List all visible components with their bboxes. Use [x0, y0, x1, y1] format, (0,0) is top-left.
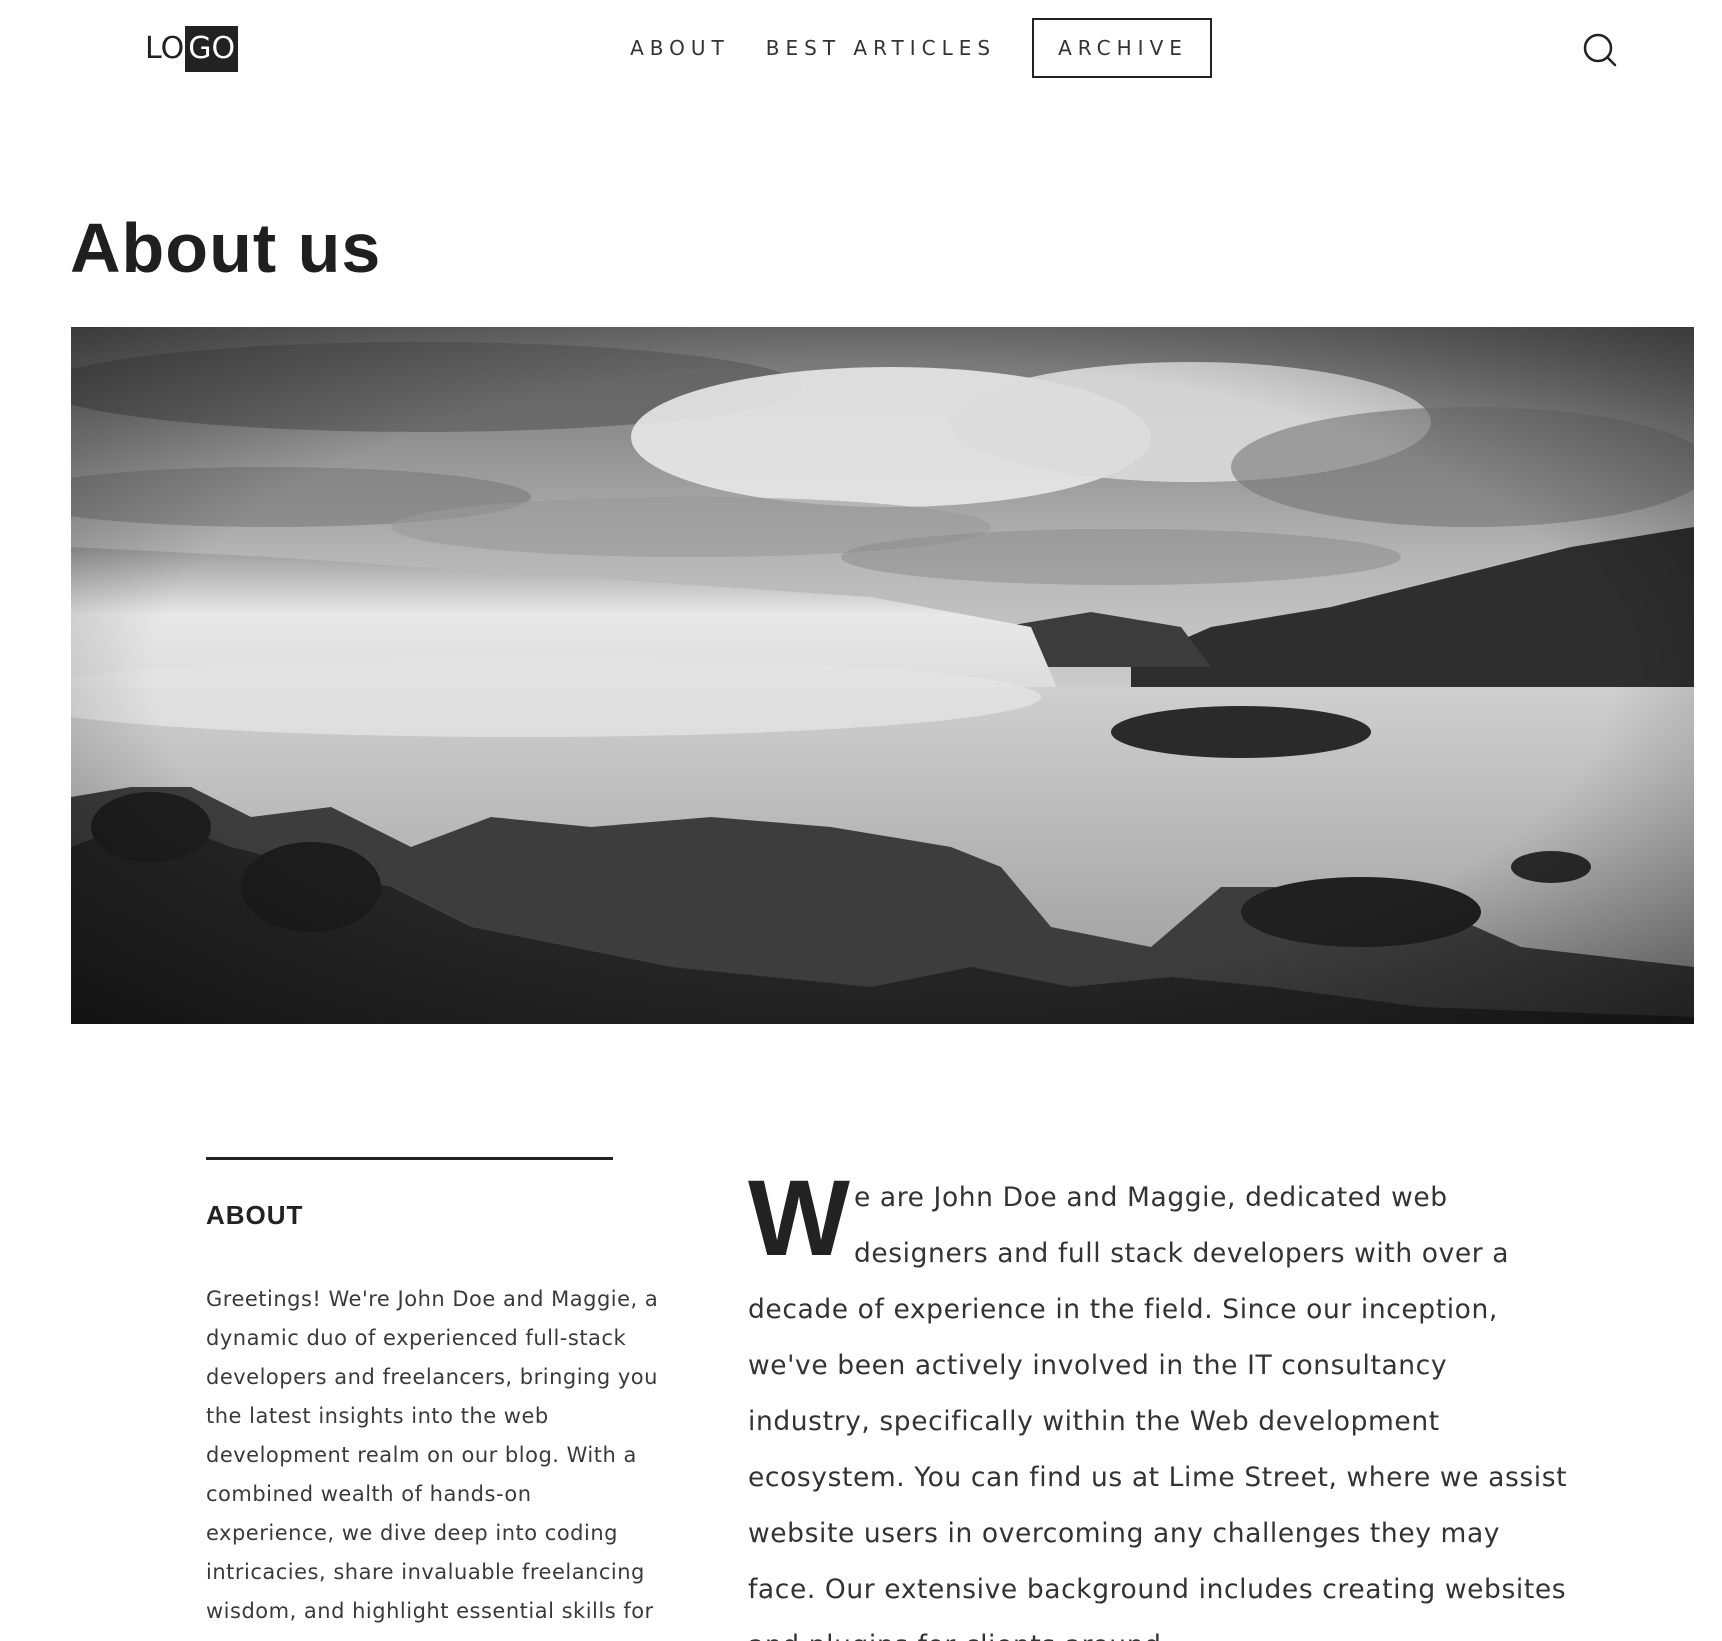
hero-image: [71, 327, 1694, 1024]
search-icon: [1583, 33, 1617, 67]
nav-link-about[interactable]: ABOUT: [630, 36, 730, 60]
main-nav: ABOUT BEST ARTICLES ARCHIVE: [0, 18, 1722, 78]
nav-link-best-articles[interactable]: BEST ARTICLES: [766, 36, 996, 60]
page-title: About us: [70, 209, 382, 287]
page: LO GO ABOUT BEST ARTICLES ARCHIVE About u…: [0, 0, 1722, 1641]
sidebar-heading: ABOUT: [206, 1200, 304, 1230]
dropcap: W: [748, 1157, 850, 1278]
search-button[interactable]: [1582, 32, 1618, 68]
nav-link-archive[interactable]: ARCHIVE: [1032, 18, 1212, 78]
logo-text-part1: LO: [145, 31, 185, 66]
main-article: W e are John Doe and Maggie, dedicated w…: [748, 1157, 1568, 1641]
logo-text-part2: GO: [185, 26, 239, 72]
main-nav-items: ABOUT BEST ARTICLES ARCHIVE: [612, 18, 1230, 78]
sidebar-text: Greetings! We're John Doe and Maggie, a …: [206, 1287, 659, 1623]
logo[interactable]: LO GO: [145, 26, 239, 72]
main-paragraph: e are John Doe and Maggie, dedicated web…: [748, 1182, 1568, 1641]
sidebar-divider: [206, 1157, 613, 1160]
landscape-photo: [71, 327, 1694, 1024]
